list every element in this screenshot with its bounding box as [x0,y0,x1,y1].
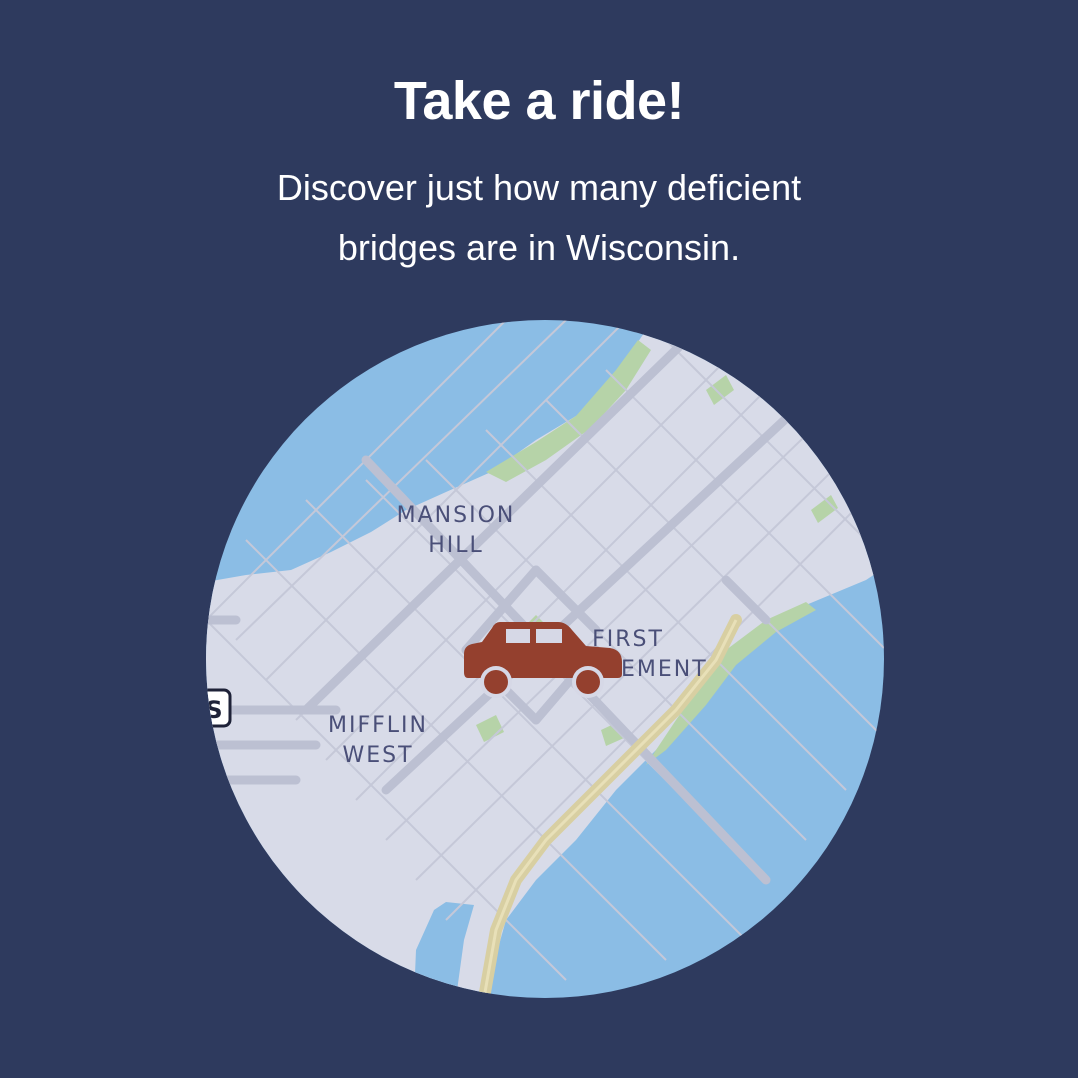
label-mansion-hill-1: MANSION [397,503,516,528]
label-mifflin-west-2: WEST [342,743,413,768]
page-title: Take a ride! [393,71,685,131]
label-mansion-hill-2: HILL [428,533,484,558]
route-shield-text: S [206,696,223,724]
car-icon[interactable] [460,616,626,700]
route-shield: S [206,688,232,728]
page: Take a ride! Discover just how many defi… [0,0,1078,1078]
page-subtitle: Discover just how many deficient bridges… [276,167,802,268]
label-mifflin-west-1: MIFFLIN [328,713,428,738]
